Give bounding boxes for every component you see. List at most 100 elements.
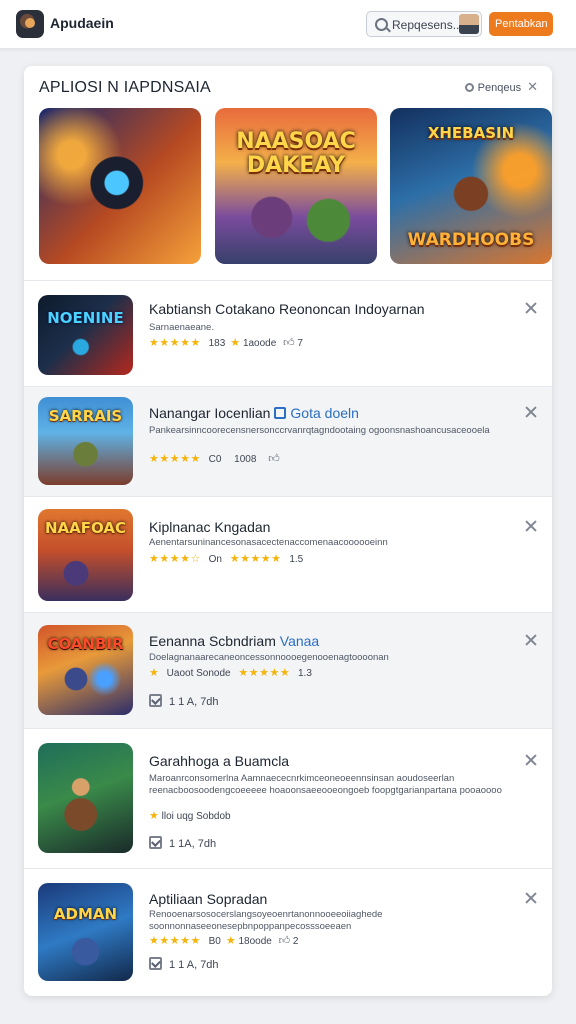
app-thumbnail: COANBIR [38, 625, 133, 715]
download-count: 18oode [238, 936, 272, 947]
app-thumbnail [38, 743, 133, 853]
panel-title: APLIOSI N IAPDNSAIA [39, 79, 211, 96]
app-thumbnail: SARRAIS [38, 397, 133, 485]
app-stats: ★★★★★ 183 ★ 1aoode 👍︎ 7 [149, 336, 303, 349]
featured-app-2-title: NAASOAC DAKEAY [236, 129, 356, 178]
rating-value: 1.5 [289, 554, 304, 565]
featured-app-3-title: XHEBASIN [427, 124, 515, 142]
thumbnail-title: NOENINE [47, 309, 124, 327]
app-description: Maroanrconsomerlna Aamnaececnrkimceoneoe… [149, 773, 502, 796]
download-count: 1008 [234, 454, 257, 465]
search-input[interactable]: Repqesens... [366, 11, 482, 37]
top-bar: Apudaein Repqesens... Pentabkan [0, 0, 576, 49]
list-item[interactable]: NAAFOAC Kiplnanac Kngadan Aenentarsunina… [24, 496, 552, 612]
thumbs-up-icon: 👍︎ [268, 453, 280, 465]
app-name[interactable]: Kabtiansh Cotakano Reononcan Indoyarnan [149, 301, 425, 317]
dismiss-button[interactable] [524, 301, 538, 315]
avatar[interactable] [459, 14, 479, 34]
tag-icon [274, 407, 287, 419]
app-description: Doelagnanaarecaneoncessonnoooegenooenagt… [149, 652, 389, 663]
app-name[interactable]: Garahhoga a Buamcla [149, 753, 289, 769]
checkbox-icon [149, 694, 162, 707]
thumbnail-title: ADMAN [53, 905, 118, 923]
dismiss-button[interactable] [524, 633, 538, 647]
app-thumbnail: NAAFOAC [38, 509, 133, 601]
like-count: 7 [297, 338, 303, 349]
list-item[interactable]: NOENINE Kabtiansh Cotakano Reononcan Ind… [24, 280, 552, 386]
rating-count: 183 [208, 338, 226, 349]
list-item[interactable]: ADMAN Aptiliaan Sopradan Renooenarsosoce… [24, 868, 552, 996]
app-tag: Gota doeln [290, 405, 359, 421]
app-name-text: Eenanna Scbndriam [149, 633, 276, 649]
rating-stars: ★★★★★ [149, 935, 201, 947]
thumbnail-title: COANBIR [47, 635, 124, 653]
rating-stars: ★★★★★ [238, 667, 291, 679]
dismiss-button[interactable] [524, 519, 538, 533]
like-count: 2 [292, 936, 299, 947]
app-thumbnail: NOENINE [38, 295, 133, 375]
checkbox-icon [149, 836, 162, 849]
search-text: Repqesens... [392, 18, 463, 32]
rating-count: C0 [208, 454, 222, 465]
filter-chip[interactable]: Penqeus ✕ [464, 79, 538, 95]
rating-stars: ★★★★☆ [149, 553, 201, 565]
app-name[interactable]: Kiplnanac Kngadan [149, 519, 270, 535]
app-title: Apudaein [50, 15, 114, 31]
app-name[interactable]: Nanangar Iocenlian Gota doeln [149, 405, 359, 421]
search-icon [375, 18, 388, 31]
app-description: Renooenarsosocerslangsoyeoenrtanonnooeeo… [149, 909, 383, 932]
app-stats: ★★★★☆ On ★★★★★ 1.5 [149, 552, 308, 565]
app-thumbnail: ADMAN [38, 883, 133, 981]
app-description: Pankearsinncoorecensnersonccrvanrqtagndo… [149, 425, 490, 436]
thumbnail-title: SARRAIS [48, 407, 123, 425]
rating-count: B0 [208, 936, 221, 947]
install-status[interactable]: 1 1 A, 7dh [149, 957, 219, 971]
rating-stars: ★★★★★ [149, 453, 201, 465]
install-status-text: 1 1A, 7dh [169, 838, 217, 850]
rating-value: 1.3 [297, 668, 312, 679]
rating-count: lloi uqg Sobdob [161, 811, 231, 822]
app-stats: ★★★★★ C0 1008 👍︎ [149, 452, 280, 465]
app-stats: ★ lloi uqg Sobdob [149, 809, 231, 822]
app-description: Sarnaenaeane. [149, 322, 214, 333]
primary-action-button[interactable]: Pentabkan [489, 12, 553, 36]
app-stats: ★ Uaoot Sonode ★★★★★ 1.3 [149, 666, 317, 679]
star-icon: ★ [149, 667, 159, 679]
list-item[interactable]: Garahhoga a Buamcla Maroanrconsomerlna A… [24, 728, 552, 868]
install-status-text: 1 1 A, 7dh [169, 696, 219, 708]
install-status-text: 1 1 A, 7dh [169, 959, 219, 971]
rating-count: Uaoot Sonode [166, 668, 231, 679]
star-icon: ★ [149, 810, 159, 822]
dismiss-button[interactable] [524, 405, 538, 419]
apps-panel: APLIOSI N IAPDNSAIA Penqeus ✕ NAASOAC DAK… [24, 66, 552, 996]
install-status[interactable]: 1 1A, 7dh [149, 836, 216, 850]
featured-app-1[interactable] [39, 108, 201, 264]
rating-stars-secondary: ★★★★★ [229, 553, 282, 565]
featured-app-2[interactable]: NAASOAC DAKEAY [215, 108, 377, 264]
app-description: Aenentarsuninancesonasacectenaccomenaaco… [149, 537, 388, 548]
dismiss-button[interactable] [524, 891, 538, 905]
app-name[interactable]: Eenanna Scbndriam Vanaa [149, 633, 319, 649]
app-name[interactable]: Aptiliaan Sopradan [149, 891, 267, 907]
star-icon: ★ [230, 337, 241, 349]
featured-app-3[interactable]: XHEBASIN WARDHOOBS [390, 108, 552, 264]
thumbs-up-icon: 👍︎ [283, 337, 295, 349]
app-logo [16, 10, 44, 38]
app-tag: Vanaa [279, 633, 320, 649]
star-icon: ★ [225, 935, 236, 947]
list-item[interactable]: SARRAIS Nanangar Iocenlian Gota doeln Pan… [24, 386, 552, 496]
list-item[interactable]: COANBIR Eenanna Scbndriam Vanaa Doelagna… [24, 612, 552, 728]
rating-count: On [208, 554, 222, 565]
download-count: 1aoode [242, 338, 277, 349]
app-name-text: Nanangar Iocenlian [149, 405, 271, 421]
close-icon[interactable]: ✕ [527, 79, 538, 94]
dismiss-button[interactable] [524, 753, 538, 767]
checkbox-icon [149, 957, 162, 970]
filter-icon [464, 83, 474, 92]
rating-stars: ★★★★★ [149, 337, 201, 349]
thumbs-up-icon: 👍︎ [278, 935, 291, 947]
app-stats: ★★★★★ B0 ★ 18oode 👍︎ 2 [149, 934, 298, 947]
install-status[interactable]: 1 1 A, 7dh [149, 694, 219, 708]
featured-app-3-subtitle: WARDHOOBS [407, 230, 535, 250]
thumbnail-title: NAAFOAC [45, 519, 126, 537]
